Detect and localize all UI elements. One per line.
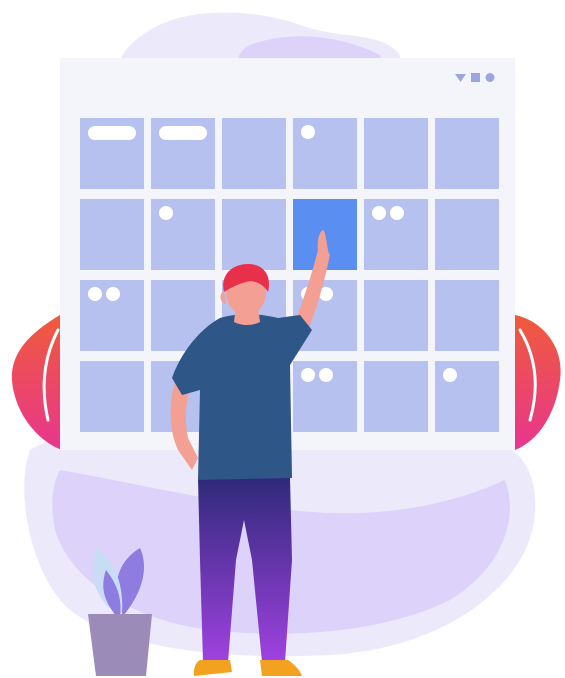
event-dot xyxy=(301,125,315,139)
event-dot xyxy=(443,368,457,382)
calendar-cell xyxy=(435,280,499,351)
square-icon xyxy=(471,73,480,82)
event-dot xyxy=(159,206,173,220)
illustration-canvas xyxy=(11,12,561,676)
calendar-cell xyxy=(364,361,428,432)
calendar-illustration xyxy=(0,0,565,678)
event-bar xyxy=(88,126,136,140)
calendar-cell xyxy=(80,361,144,432)
event-dot xyxy=(372,206,386,220)
calendar-cell xyxy=(364,118,428,189)
right-plant xyxy=(515,315,561,450)
window-controls xyxy=(455,73,495,82)
event-dot xyxy=(106,287,120,301)
calendar-cell xyxy=(435,199,499,270)
calendar-cell xyxy=(80,199,144,270)
event-dot xyxy=(301,368,315,382)
event-dot xyxy=(88,287,102,301)
calendar-cell xyxy=(435,118,499,189)
calendar-cell xyxy=(222,199,286,270)
event-bar xyxy=(159,126,207,140)
person-left-shoe xyxy=(193,660,232,676)
plant-pot xyxy=(88,614,152,676)
left-plant xyxy=(11,315,62,450)
person-right-shoe xyxy=(260,660,302,676)
event-dot xyxy=(319,368,333,382)
calendar-cell xyxy=(222,118,286,189)
calendar-cell xyxy=(364,280,428,351)
circle-icon xyxy=(485,73,495,82)
event-dot xyxy=(390,206,404,220)
